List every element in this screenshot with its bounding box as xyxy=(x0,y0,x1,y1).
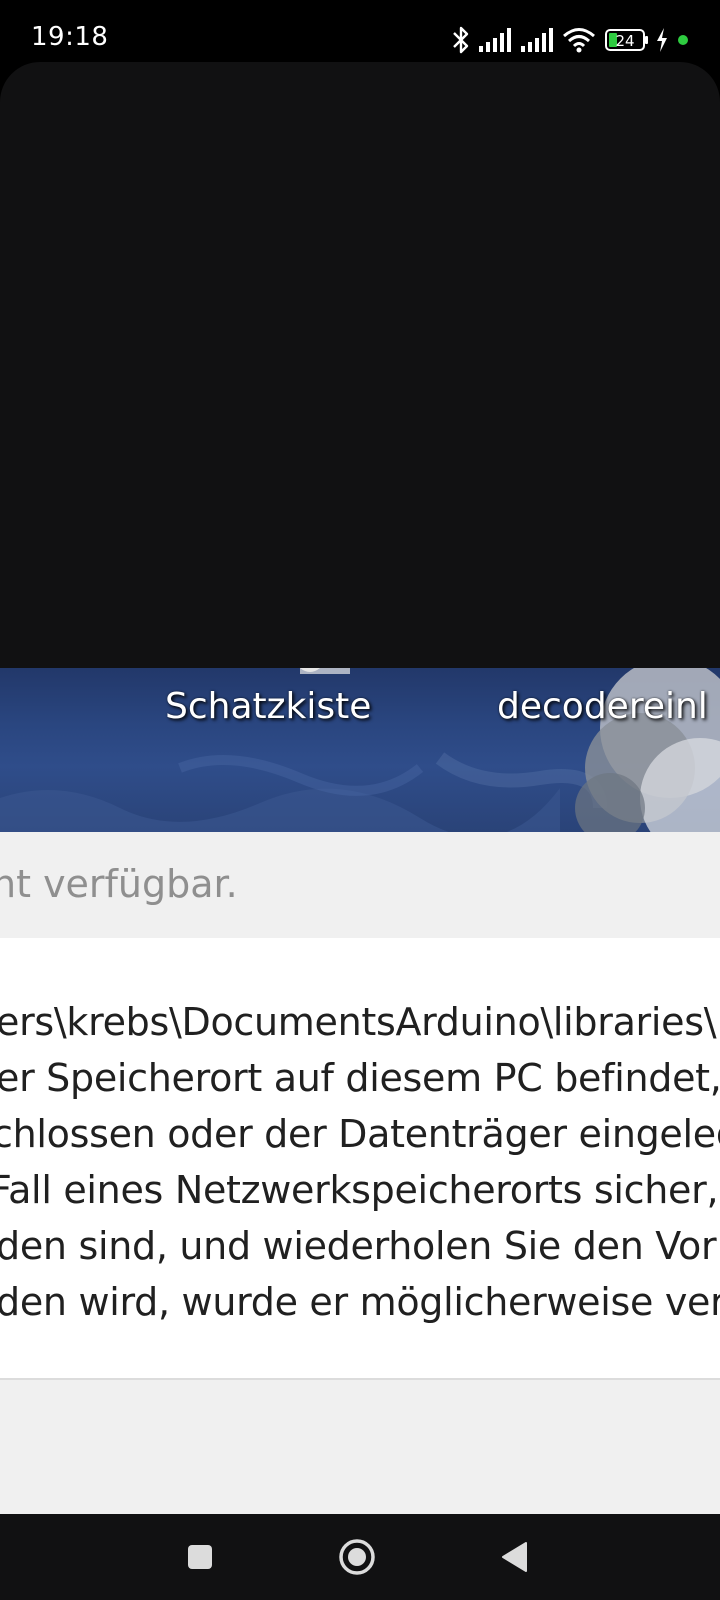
message-line: den wird, wurde er möglicherweise vers xyxy=(0,1280,720,1324)
message-line: den sind, und wiederholen Sie den Vor xyxy=(0,1224,717,1268)
home-icon xyxy=(339,1539,375,1575)
desktop-icon-label-decoder[interactable]: decodereinl xyxy=(497,686,708,727)
desktop-wallpaper: Schatzkiste decodereinl xyxy=(0,668,720,832)
status-time: 19:18 xyxy=(31,22,109,52)
remote-desktop-view[interactable]: Schatzkiste decodereinl ht verfügbar. er… xyxy=(0,668,720,1514)
recents-button[interactable] xyxy=(160,1514,240,1600)
message-line: er Speicherort auf diesem PC befindet, xyxy=(0,1056,720,1100)
app-card xyxy=(0,62,720,670)
desktop-icon-label-schatzkiste[interactable]: Schatzkiste xyxy=(165,686,371,727)
wifi-icon xyxy=(563,28,595,53)
back-icon xyxy=(502,1542,527,1572)
recents-icon xyxy=(188,1545,212,1569)
message-line: Fall eines Netzwerkspeicherorts sicher, xyxy=(0,1168,719,1212)
navigation-bar xyxy=(0,1514,720,1600)
dialog-header: ht verfügbar. xyxy=(0,832,720,938)
dialog-title: ht verfügbar. xyxy=(0,862,238,906)
dialog-message-panel: ers\krebs\DocumentsArduino\libraries\ er… xyxy=(0,938,720,1380)
status-icons: 24 xyxy=(450,24,690,56)
dialog-button-area xyxy=(0,1380,720,1514)
back-button[interactable] xyxy=(475,1514,555,1600)
battery-level: 24 xyxy=(615,32,634,50)
bluetooth-icon xyxy=(453,26,469,54)
signal-icon xyxy=(479,28,511,52)
privacy-dot-icon xyxy=(678,35,688,45)
message-line: ers\krebs\DocumentsArduino\libraries\ xyxy=(0,1000,717,1044)
battery-icon: 24 xyxy=(605,29,648,51)
message-line: chlossen oder der Datenträger eingeleg xyxy=(0,1112,720,1156)
signal-icon xyxy=(521,28,553,52)
home-button[interactable] xyxy=(317,1514,397,1600)
charging-icon xyxy=(657,28,667,52)
